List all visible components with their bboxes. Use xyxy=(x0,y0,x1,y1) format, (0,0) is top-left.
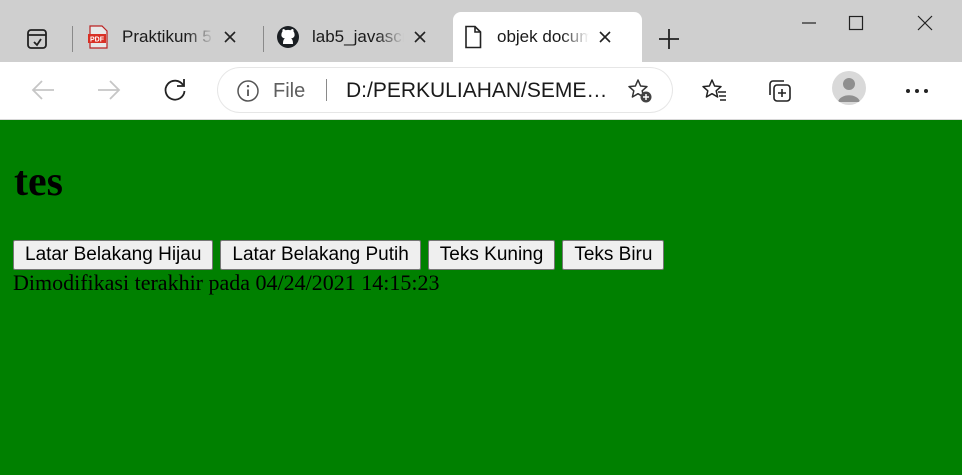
green-background-button[interactable]: Latar Belakang Hijau xyxy=(13,240,214,270)
tab-title: Praktikum 5 xyxy=(122,27,212,46)
page-content: tes Latar Belakang Hijau Latar Belakang … xyxy=(0,120,962,475)
minimize-icon[interactable] xyxy=(786,4,832,42)
tab-praktikum[interactable]: PDF Praktikum 5 xyxy=(78,12,258,62)
tab-lab5-javascript[interactable]: lab5_javascri xyxy=(268,12,448,62)
info-icon[interactable] xyxy=(236,79,260,103)
favorites-icon[interactable] xyxy=(695,72,733,110)
collections-icon[interactable] xyxy=(761,72,799,110)
close-tab-icon[interactable] xyxy=(593,25,617,49)
white-background-button[interactable]: Latar Belakang Putih xyxy=(220,240,421,270)
back-icon[interactable] xyxy=(25,72,61,108)
address-bar[interactable]: File D:/PERKULIAHAN/SEMESTER xyxy=(218,68,672,112)
github-icon xyxy=(276,25,300,49)
tab-objek-document[interactable]: objek docum xyxy=(453,12,642,62)
browser-toolbar: File D:/PERKULIAHAN/SEMESTER xyxy=(0,62,962,120)
tab-title: lab5_javascri xyxy=(312,27,404,46)
pdf-icon: PDF xyxy=(86,25,110,49)
button-row: Latar Belakang Hijau Latar Belakang Puti… xyxy=(13,240,665,270)
profile-avatar[interactable] xyxy=(832,71,866,105)
close-window-icon[interactable] xyxy=(902,4,948,42)
last-modified-text: Dimodifikasi terakhir pada 04/24/2021 14… xyxy=(13,270,440,295)
address-url[interactable]: D:/PERKULIAHAN/SEMESTER xyxy=(346,79,616,103)
yellow-text-button[interactable]: Teks Kuning xyxy=(427,240,556,270)
svg-text:PDF: PDF xyxy=(90,37,105,44)
add-favorite-icon[interactable] xyxy=(627,78,653,104)
tab-separator xyxy=(72,26,73,52)
tab-actions-icon[interactable] xyxy=(20,22,54,56)
address-scheme-label: File xyxy=(273,80,306,102)
browser-titlebar: PDF Praktikum 5 lab5_javascri objek docu… xyxy=(0,0,962,62)
close-tab-icon[interactable] xyxy=(218,25,242,49)
tab-separator xyxy=(263,26,264,52)
close-tab-icon[interactable] xyxy=(408,25,432,49)
page-heading: tes xyxy=(14,159,63,205)
document-icon xyxy=(461,25,485,49)
address-separator xyxy=(326,79,327,101)
more-options-icon[interactable] xyxy=(898,72,936,110)
refresh-icon[interactable] xyxy=(157,72,193,108)
new-tab-icon[interactable] xyxy=(652,22,686,56)
maximize-icon[interactable] xyxy=(833,4,879,42)
tab-title: objek docum xyxy=(497,27,589,46)
forward-icon[interactable] xyxy=(91,72,127,108)
blue-text-button[interactable]: Teks Biru xyxy=(562,240,665,270)
